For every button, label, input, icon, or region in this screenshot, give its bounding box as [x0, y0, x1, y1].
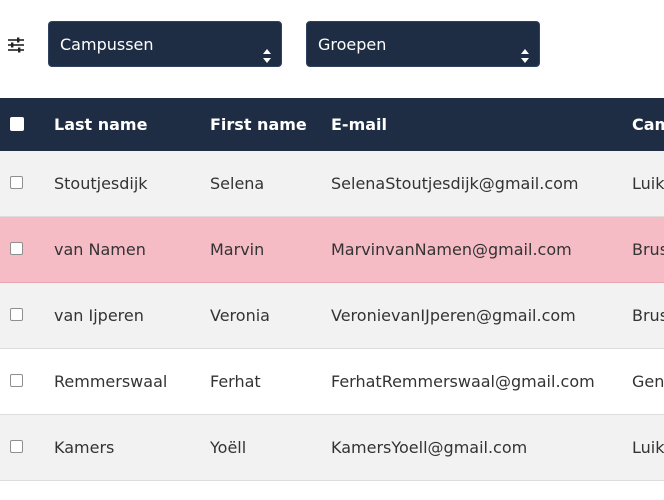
cell-email: KamersYoell@gmail.com	[331, 438, 528, 457]
select-all-checkbox[interactable]	[10, 116, 24, 131]
filter-bar: Campussen Groepen	[0, 0, 664, 98]
cell-first-name: Veronia	[210, 306, 270, 325]
cell-first-name: Marvin	[210, 240, 265, 259]
table-row-selected[interactable]: van Namen Marvin MarvinvanNamen@gmail.co…	[0, 217, 664, 283]
cell-campus: Luik	[632, 438, 664, 457]
select-all-cell	[10, 98, 30, 151]
sort-arrows-icon	[520, 36, 530, 63]
page: Campussen Groepen Last name First name E…	[0, 0, 664, 500]
students-table: Last name First name E-mail Cam Stoutjes…	[0, 98, 664, 481]
row-check-cell	[10, 283, 30, 349]
cell-first-name: Yoëll	[210, 438, 247, 457]
cell-campus: Gen	[632, 372, 664, 391]
table-row[interactable]: Kamers Yoëll KamersYoell@gmail.com Luik	[0, 415, 664, 481]
groups-select[interactable]: Groepen	[306, 21, 540, 67]
cell-campus: Luik	[632, 174, 664, 193]
row-checkbox[interactable]	[10, 176, 23, 189]
cell-first-name: Ferhat	[210, 372, 261, 391]
sliders-icon[interactable]	[7, 37, 25, 53]
row-checkbox[interactable]	[10, 308, 23, 321]
row-checkbox[interactable]	[10, 374, 23, 387]
header-last-name[interactable]: Last name	[54, 98, 204, 151]
table-row[interactable]: Remmerswaal Ferhat FerhatRemmerswaal@gma…	[0, 349, 664, 415]
campus-select-label: Campussen	[60, 35, 154, 54]
header-campus[interactable]: Cam	[632, 98, 664, 151]
cell-email: MarvinvanNamen@gmail.com	[331, 240, 572, 259]
campus-select[interactable]: Campussen	[48, 21, 282, 67]
cell-last-name: van Namen	[54, 240, 146, 259]
table-row[interactable]: Stoutjesdijk Selena SelenaStoutjesdijk@g…	[0, 151, 664, 217]
row-check-cell	[10, 349, 30, 415]
row-checkbox[interactable]	[10, 440, 23, 453]
table-row[interactable]: van Ijperen Veronia VeronievanIJperen@gm…	[0, 283, 664, 349]
header-first-name[interactable]: First name	[210, 98, 325, 151]
groups-select-label: Groepen	[318, 35, 387, 54]
cell-last-name: Remmerswaal	[54, 372, 168, 391]
row-check-cell	[10, 151, 30, 217]
cell-last-name: van Ijperen	[54, 306, 144, 325]
cell-first-name: Selena	[210, 174, 265, 193]
row-check-cell	[10, 415, 30, 481]
cell-email: FerhatRemmerswaal@gmail.com	[331, 372, 595, 391]
cell-campus: Brus	[632, 306, 664, 325]
cell-campus: Brus	[632, 240, 664, 259]
header-email[interactable]: E-mail	[331, 98, 626, 151]
cell-email: VeronievanIJperen@gmail.com	[331, 306, 576, 325]
row-checkbox[interactable]	[10, 242, 23, 255]
table-header: Last name First name E-mail Cam	[0, 98, 664, 151]
cell-email: SelenaStoutjesdijk@gmail.com	[331, 174, 579, 193]
row-check-cell	[10, 217, 30, 283]
sort-arrows-icon	[262, 36, 272, 63]
cell-last-name: Kamers	[54, 438, 115, 457]
cell-last-name: Stoutjesdijk	[54, 174, 148, 193]
